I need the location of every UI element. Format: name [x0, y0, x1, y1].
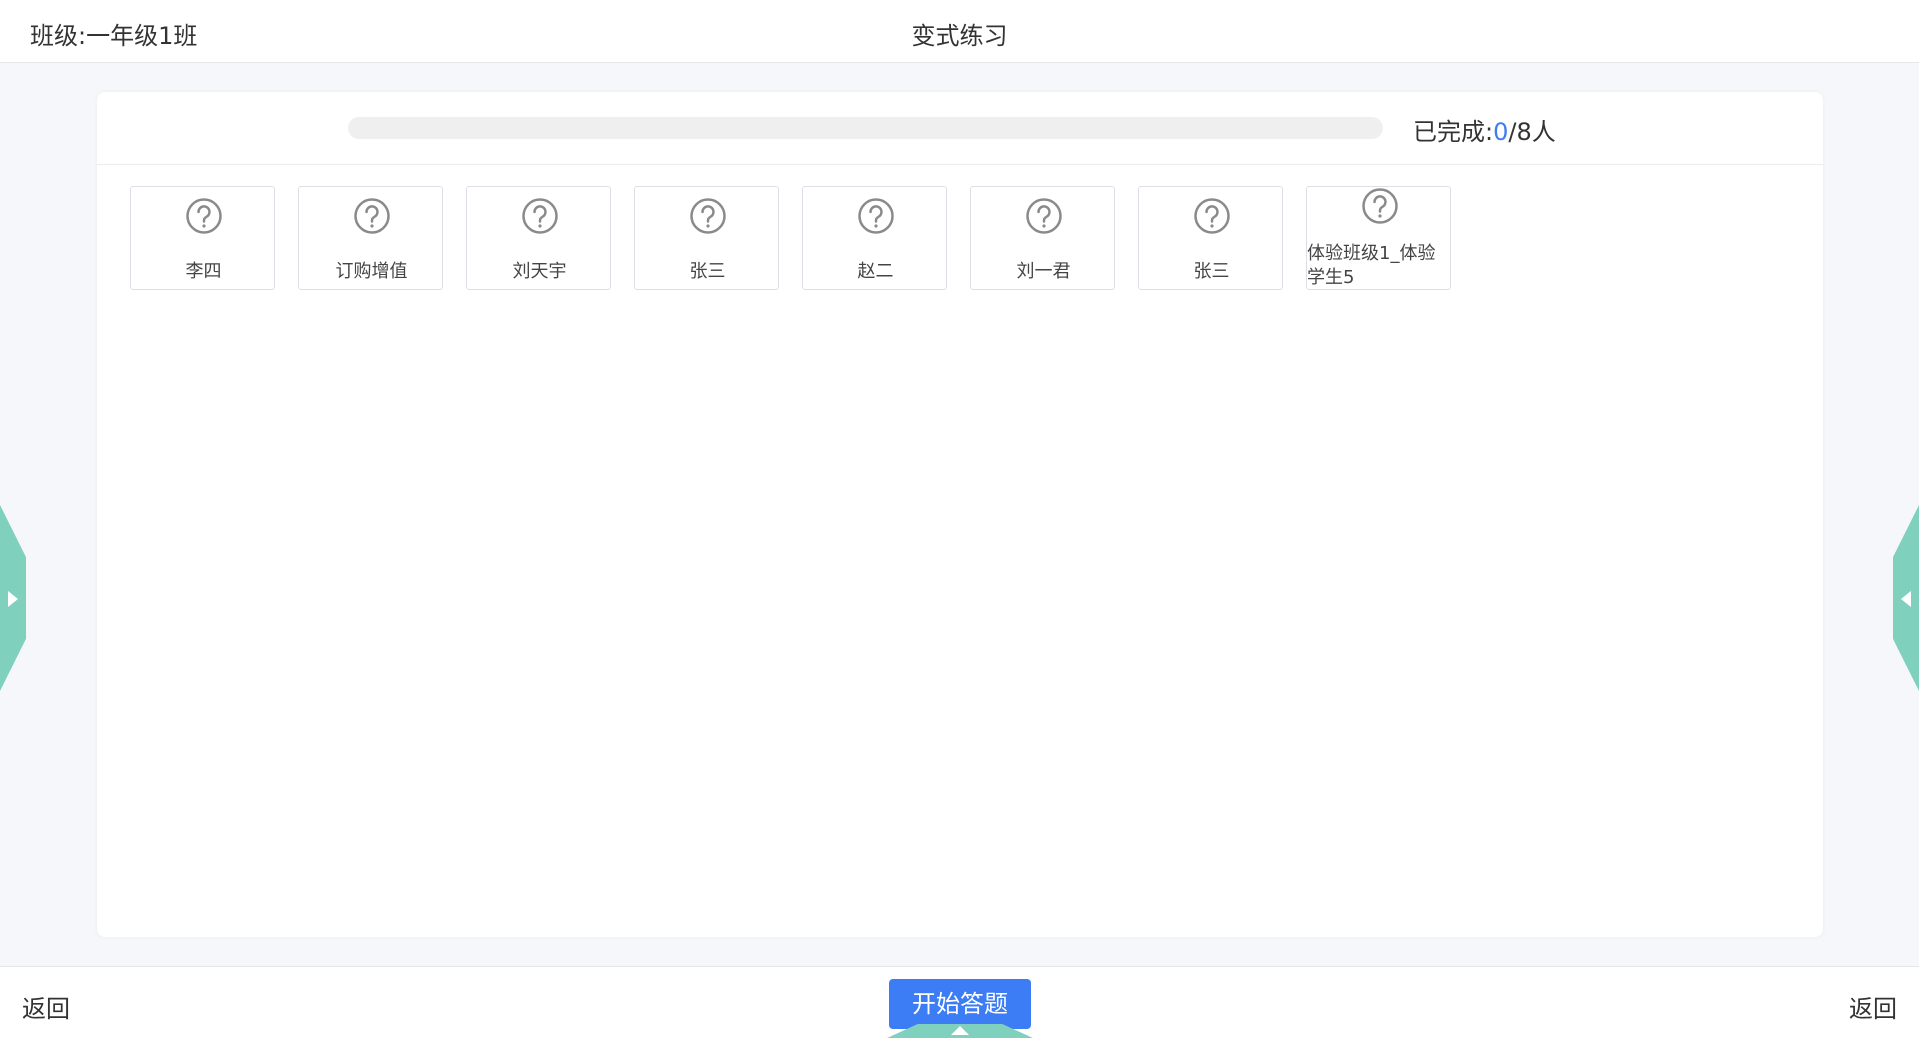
student-status-card: 已完成:0/8人 李四 订购增值 刘天宇 张三 赵二 刘一君 张三 体验班级1_… — [97, 92, 1823, 937]
student-card[interactable]: 赵二 — [802, 186, 947, 290]
student-name: 刘天宇 — [512, 261, 567, 282]
student-card[interactable]: 李四 — [130, 186, 275, 290]
student-name: 张三 — [689, 261, 726, 282]
top-bar: 班级:一年级1班 变式练习 — [0, 0, 1919, 63]
page-title: 变式练习 — [911, 22, 1008, 50]
student-name: 刘一君 — [1016, 261, 1071, 282]
completion-count: 已完成:0/8人 — [1413, 112, 1556, 147]
student-card[interactable]: 刘天宇 — [466, 186, 611, 290]
question-circle-icon — [354, 198, 390, 234]
total-count: /8人 — [1508, 118, 1556, 146]
back-button-left[interactable]: 返回 — [22, 989, 70, 1024]
student-name: 赵二 — [857, 261, 894, 282]
question-circle-icon — [522, 198, 558, 234]
caret-right-icon — [8, 591, 18, 607]
student-name: 订购增值 — [335, 261, 408, 282]
student-name: 李四 — [185, 261, 222, 282]
question-circle-icon — [858, 198, 894, 234]
question-circle-icon — [1026, 198, 1062, 234]
start-answering-button[interactable]: 开始答题 — [889, 979, 1031, 1029]
progress-row: 已完成:0/8人 — [97, 92, 1823, 165]
question-circle-icon — [1362, 188, 1398, 224]
question-circle-icon — [186, 198, 222, 234]
student-card[interactable]: 订购增值 — [298, 186, 443, 290]
student-name: 体验班级1_体验学生5 — [1307, 243, 1436, 288]
student-card[interactable]: 张三 — [634, 186, 779, 290]
question-circle-icon — [690, 198, 726, 234]
left-side-tab[interactable] — [0, 505, 26, 691]
right-side-tab[interactable] — [1893, 505, 1919, 691]
question-circle-icon — [1194, 198, 1230, 234]
student-card[interactable]: 刘一君 — [970, 186, 1115, 290]
student-card[interactable]: 张三 — [1138, 186, 1283, 290]
student-card[interactable]: 体验班级1_体验学生5 — [1306, 186, 1451, 290]
student-list: 李四 订购增值 刘天宇 张三 赵二 刘一君 张三 体验班级1_体验学生5 — [130, 186, 1451, 290]
completion-label: 已完成: — [1413, 118, 1494, 146]
caret-up-icon — [951, 1026, 969, 1035]
completed-count: 0 — [1493, 118, 1509, 146]
student-name: 张三 — [1193, 261, 1230, 282]
caret-left-icon — [1901, 591, 1911, 607]
progress-bar — [348, 117, 1383, 139]
back-button-right[interactable]: 返回 — [1849, 989, 1897, 1024]
